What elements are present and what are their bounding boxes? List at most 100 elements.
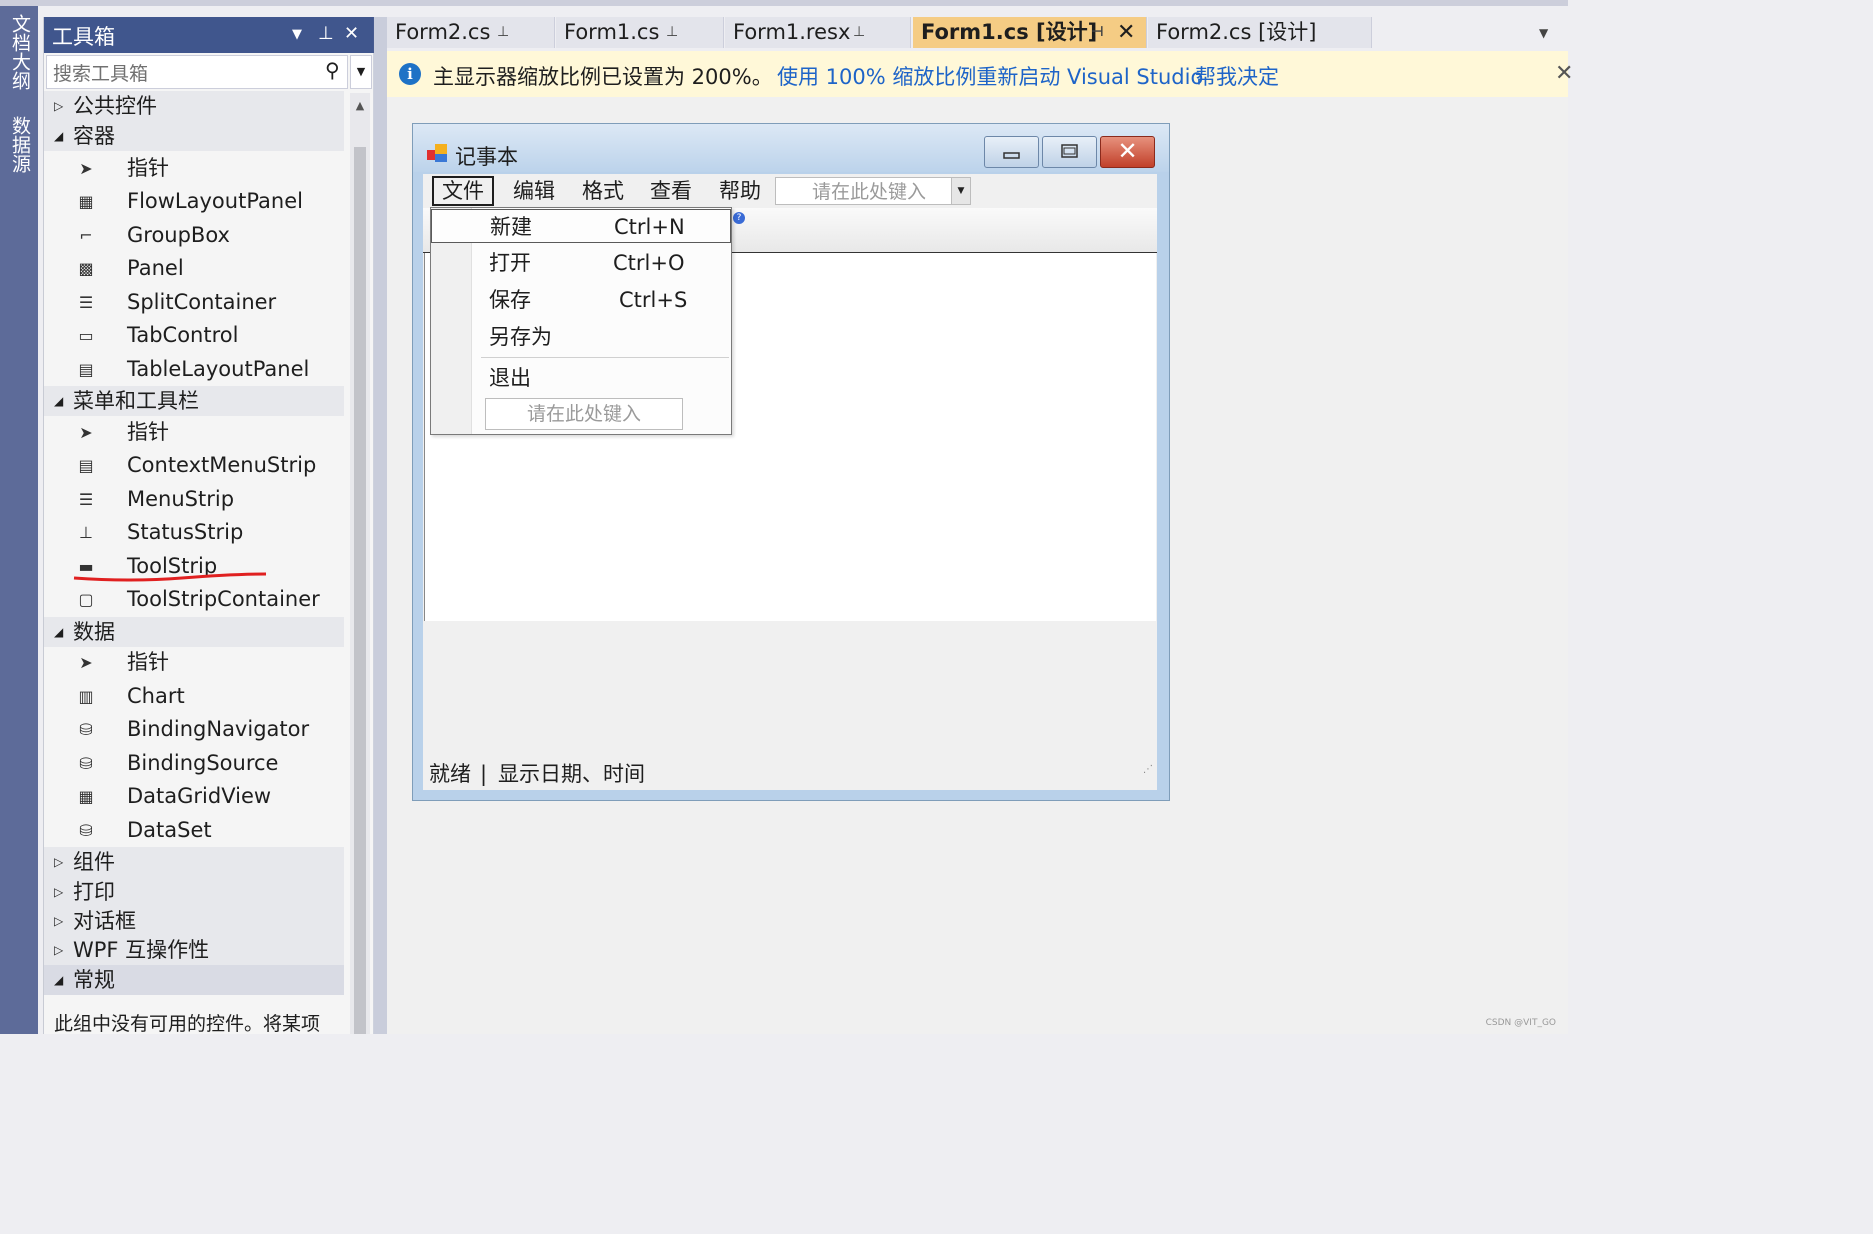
menu-item-new[interactable]: 新建 Ctrl+N (431, 209, 731, 243)
pointer-icon: ➤ (79, 653, 93, 672)
menu-type-here-input[interactable]: 请在此处键入 ▼ (775, 177, 971, 205)
dpi-infobar: i 主显示器缩放比例已设置为 200%。 使用 100% 缩放比例重新启动 Vi… (387, 51, 1573, 98)
category-dialogs[interactable]: ▷ 对话框 (44, 906, 344, 936)
close-icon[interactable]: ✕ (1117, 17, 1135, 48)
tool-item[interactable]: ▦ FlowLayoutPanel (44, 185, 344, 218)
expand-icon: ▷ (54, 885, 64, 899)
maximize-button[interactable] (1042, 136, 1097, 168)
pin-icon[interactable]: ⊥ (497, 17, 509, 48)
menu-item-save[interactable]: 保存 Ctrl+S (431, 283, 731, 317)
minimize-button[interactable] (984, 136, 1039, 168)
maximize-icon (1061, 144, 1078, 158)
help-me-decide-link[interactable]: 帮我决定 (1195, 61, 1279, 91)
tool-label: StatusStrip (127, 520, 244, 544)
status-strip: 就绪 | 显示日期、时间 ⋰ (423, 758, 1157, 790)
tool-item[interactable]: ⛁ DataSet (44, 814, 344, 847)
category-data[interactable]: ◢ 数据 (44, 617, 344, 647)
bindingsource-icon: ⛁ (79, 754, 93, 773)
menu-view[interactable]: 查看 (642, 176, 700, 206)
pin-icon[interactable]: ⊣ (1091, 17, 1104, 48)
category-label: 数据 (73, 620, 115, 644)
scrollbar-thumb[interactable] (354, 147, 366, 1034)
chevron-down-icon[interactable]: ▼ (292, 27, 302, 42)
tool-label: BindingNavigator (127, 717, 310, 741)
search-placeholder: 搜索工具箱 (53, 63, 149, 85)
form-app-icon (427, 144, 447, 162)
category-wpf-interop[interactable]: ▷ WPF 互操作性 (44, 935, 344, 965)
menu-item-exit[interactable]: 退出 (431, 361, 731, 395)
tab-overflow-icon[interactable]: ▼ (1539, 26, 1548, 40)
info-icon: i (399, 63, 421, 85)
tab-form1-resx[interactable]: Form1.resx ⊥ (725, 17, 911, 48)
tool-label: ContextMenuStrip (127, 453, 317, 477)
menu-item-label: 保存 (489, 288, 531, 312)
menu-edit[interactable]: 编辑 (505, 176, 563, 206)
category-label: 打印 (73, 880, 115, 904)
datagridview-icon: ▦ (78, 787, 94, 806)
expand-icon: ▷ (54, 99, 64, 113)
tool-label: BindingSource (127, 751, 279, 775)
tool-item[interactable]: ➤ 指针 (44, 646, 344, 679)
tool-item[interactable]: ➤ 指针 (44, 416, 344, 449)
tool-label: ToolStripContainer (127, 587, 320, 611)
category-containers[interactable]: ◢ 容器 (44, 121, 344, 151)
tab-form1-cs[interactable]: Form1.cs ⊥ (556, 17, 724, 48)
tool-item[interactable]: ▥ Chart (44, 680, 344, 713)
tool-item[interactable]: ⊥ StatusStrip (44, 516, 344, 549)
tool-item[interactable]: ⛁ BindingSource (44, 747, 344, 780)
infobar-message: 主显示器缩放比例已设置为 200%。 (433, 65, 773, 89)
tool-item[interactable]: ▩ Panel (44, 252, 344, 285)
menu-format[interactable]: 格式 (574, 176, 632, 206)
form-title: 记事本 (455, 145, 518, 169)
collapse-icon: ◢ (54, 625, 64, 639)
tool-item[interactable]: ▦ DataGridView (44, 780, 344, 813)
restart-100-link[interactable]: 使用 100% 缩放比例重新启动 Visual Studio (777, 61, 1203, 91)
tool-item[interactable]: ▤ TableLayoutPanel (44, 353, 344, 386)
data-sources-tab[interactable]: 数据源 (7, 116, 34, 173)
tool-item[interactable]: ➤ 指针 (44, 152, 344, 185)
tool-label: 指针 (127, 420, 169, 444)
tool-item[interactable]: ▤ ContextMenuStrip (44, 449, 344, 482)
search-icon[interactable]: ⚲ (325, 58, 340, 82)
menu-file[interactable]: 文件 (432, 176, 494, 206)
scroll-up-icon[interactable]: ▲ (351, 99, 369, 112)
category-components[interactable]: ▷ 组件 (44, 847, 344, 877)
resize-grip-icon[interactable]: ⋰ (1143, 754, 1153, 786)
document-outline-tab[interactable]: 文档大纲 (7, 14, 34, 90)
category-printing[interactable]: ▷ 打印 (44, 877, 344, 907)
pin-icon[interactable]: ⊥ (853, 17, 865, 48)
pin-icon[interactable]: ⊥ (318, 23, 334, 44)
menu-item-save-as[interactable]: 另存为 (431, 320, 731, 354)
tool-item[interactable]: ☰ MenuStrip (44, 483, 344, 516)
file-menu-type-here-input[interactable]: 请在此处键入 (485, 398, 683, 430)
statusstrip-icon: ⊥ (79, 523, 93, 542)
tab-form1-design[interactable]: Form1.cs [设计] ⊣ ✕ (913, 17, 1147, 48)
help-icon[interactable]: ? (733, 212, 745, 224)
close-button[interactable]: ✕ (1100, 136, 1155, 168)
close-icon[interactable]: ✕ (344, 23, 359, 44)
menu-item-open[interactable]: 打开 Ctrl+O (431, 246, 731, 280)
category-general[interactable]: ◢ 常规 (44, 965, 344, 995)
close-icon[interactable]: ✕ (1555, 61, 1573, 86)
tool-item[interactable]: ☰ SplitContainer (44, 286, 344, 319)
tool-item[interactable]: ▭ TabControl (44, 319, 344, 352)
tool-label: MenuStrip (127, 487, 235, 511)
search-options-dropdown[interactable]: ▼ (350, 55, 372, 89)
category-menus-toolbars[interactable]: ◢ 菜单和工具栏 (44, 386, 344, 416)
panel-splitter[interactable] (373, 17, 387, 1034)
tool-item[interactable]: ⛁ BindingNavigator (44, 713, 344, 746)
toolbox-header: 工具箱 ▼ ⊥ ✕ (44, 17, 374, 53)
tool-label: Panel (127, 256, 184, 280)
toolbox-search-input[interactable]: 搜索工具箱 ⚲ (46, 55, 348, 89)
tab-form2-design[interactable]: Form2.cs [设计] (1148, 17, 1372, 48)
tool-item[interactable]: ⌐ GroupBox (44, 219, 344, 252)
menu-help[interactable]: 帮助 (711, 176, 769, 206)
category-label: 组件 (73, 850, 115, 874)
tablelayoutpanel-icon: ▤ (78, 360, 94, 379)
tool-item[interactable]: ▢ ToolStripContainer (44, 583, 344, 616)
dropdown-arrow-icon[interactable]: ▼ (951, 178, 970, 204)
category-common-controls[interactable]: ▷ 公共控件 (44, 91, 344, 121)
tab-form2-cs[interactable]: Form2.cs ⊥ (387, 17, 555, 48)
tab-label: Form1.cs [设计] (921, 20, 1098, 44)
pin-icon[interactable]: ⊥ (666, 17, 678, 48)
